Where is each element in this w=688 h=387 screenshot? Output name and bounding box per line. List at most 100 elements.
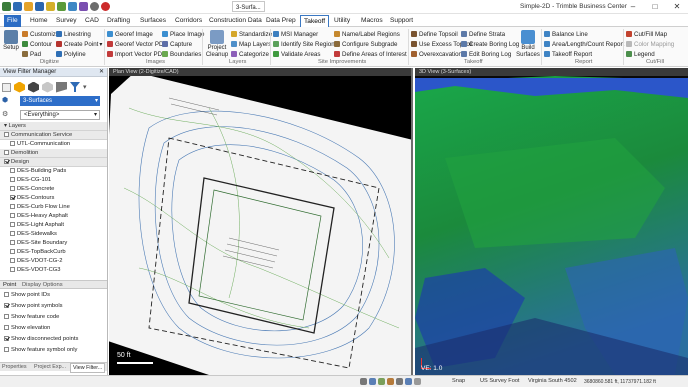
linestring-button[interactable]: Linestring: [56, 30, 91, 38]
layer-checkbox[interactable]: [10, 194, 15, 200]
tab-surfaces[interactable]: Surfaces: [137, 15, 169, 27]
area-length-count-report-button[interactable]: Area/Length/Count Report: [544, 40, 624, 48]
layer-checkbox[interactable]: [10, 176, 15, 182]
tab-project-explorer[interactable]: Project Exp...: [34, 364, 66, 370]
layer-row[interactable]: DES-VDOT-CG-2: [0, 257, 107, 266]
display-option-row[interactable]: Show feature symbol only: [0, 346, 107, 355]
cube-yellow-icon[interactable]: [14, 81, 25, 93]
view-tab[interactable]: 3-Surfa...: [232, 1, 265, 12]
overexcavation-button[interactable]: Overexcavation: [411, 50, 462, 58]
layer-checkbox[interactable]: [10, 221, 15, 227]
layer-row[interactable]: DES-TopBackCurb: [0, 248, 107, 257]
define-topsoil-button[interactable]: Define Topsoil: [411, 30, 458, 38]
osnap-toggle-icon[interactable]: [378, 378, 385, 385]
cube-gray-icon[interactable]: [42, 81, 53, 93]
option-checkbox[interactable]: [4, 324, 9, 330]
plan-drawing[interactable]: [109, 68, 413, 375]
setup-button[interactable]: Setup: [2, 30, 20, 52]
pad-button[interactable]: Pad: [22, 50, 41, 58]
select-toggle-icon[interactable]: [414, 378, 421, 385]
view-toggle-icon[interactable]: [405, 378, 412, 385]
new-filter-icon[interactable]: [2, 82, 11, 92]
display-option-row[interactable]: Show point IDs: [0, 291, 107, 300]
ortho-toggle-icon[interactable]: [369, 378, 376, 385]
tab-display-options[interactable]: Display Options: [22, 282, 63, 288]
cut-fill-map-button[interactable]: Cut/Fill Map: [626, 30, 667, 38]
layer-checkbox[interactable]: [4, 149, 9, 155]
import-vector-pdf-button[interactable]: Import Vector PDF: [107, 50, 166, 58]
chevron-down-icon[interactable]: ▾: [83, 83, 87, 91]
legend-button[interactable]: Legend: [626, 50, 655, 58]
display-option-row[interactable]: Show feature code: [0, 313, 107, 322]
new-icon[interactable]: [13, 2, 22, 11]
standardize-button[interactable]: Standardize: [231, 30, 272, 38]
layer-checkbox[interactable]: [4, 131, 9, 137]
project-cleanup-button[interactable]: Project Cleanup: [204, 30, 230, 58]
tab-data-prep[interactable]: Data Prep: [263, 15, 299, 27]
surface-select[interactable]: 3-Surfaces ▾: [20, 96, 100, 106]
help-icon[interactable]: [90, 2, 99, 11]
georef-image-button[interactable]: Georef Image: [107, 30, 153, 38]
create-boring-log-button[interactable]: Create Boring Log: [461, 40, 519, 48]
layer-toggle-icon[interactable]: [396, 378, 403, 385]
redo-icon[interactable]: [57, 2, 66, 11]
layer-row[interactable]: DES-Curb Flow Line: [0, 203, 107, 212]
layer-checkbox[interactable]: [10, 266, 15, 272]
place-image-button[interactable]: Place Image: [162, 30, 204, 38]
tab-properties[interactable]: Properties: [2, 364, 27, 370]
settings-icon[interactable]: [79, 2, 88, 11]
define-areas-of-interest-button[interactable]: Define Areas of Interest: [334, 50, 407, 58]
layer-row[interactable]: DES-Concrete: [0, 185, 107, 194]
layer-row[interactable]: DES-VDOT-CG3: [0, 266, 107, 275]
layer-checkbox[interactable]: [10, 185, 15, 191]
identify-site-regions-button[interactable]: Identify Site Regions: [273, 40, 338, 48]
option-checkbox[interactable]: [4, 291, 9, 297]
record-icon[interactable]: [101, 2, 110, 11]
build-surfaces-button[interactable]: Build Surfaces: [516, 30, 540, 58]
layer-checkbox[interactable]: [10, 239, 15, 245]
minimize-button[interactable]: –: [622, 0, 644, 14]
map-layers-button[interactable]: Map Layers: [231, 40, 271, 48]
layer-checkbox[interactable]: [10, 257, 15, 263]
capture-button[interactable]: Capture: [162, 40, 192, 48]
layer-row[interactable]: DES-CG-101: [0, 176, 107, 185]
layer-row[interactable]: Communication Service: [0, 131, 107, 140]
print-icon[interactable]: [68, 2, 77, 11]
surface-render[interactable]: [415, 68, 688, 375]
option-checkbox[interactable]: [4, 302, 9, 308]
tab-utility[interactable]: Utility: [331, 15, 353, 27]
display-option-row[interactable]: Show disconnected points: [0, 335, 107, 344]
undo-icon[interactable]: [46, 2, 55, 11]
filter-icon[interactable]: [70, 82, 80, 92]
layer-checkbox[interactable]: [10, 212, 15, 218]
option-checkbox[interactable]: [4, 346, 9, 352]
tab-point[interactable]: Point: [3, 282, 16, 288]
close-button[interactable]: ✕: [666, 0, 688, 14]
tab-corridors[interactable]: Corridors: [172, 15, 205, 27]
polar-toggle-icon[interactable]: [387, 378, 394, 385]
snap-toggle[interactable]: Snap: [452, 378, 465, 384]
tab-drafting[interactable]: Drafting: [104, 15, 133, 27]
contour-button[interactable]: Contour: [22, 40, 52, 48]
layer-row[interactable]: Demolition: [0, 149, 107, 158]
option-checkbox[interactable]: [4, 335, 9, 341]
tab-home[interactable]: Home: [27, 15, 51, 27]
tab-construction-data[interactable]: Construction Data: [206, 15, 265, 27]
georef-vector-pdf-button[interactable]: Georef Vector PDF: [107, 40, 167, 48]
color-mapping-button[interactable]: Color Mapping: [626, 40, 674, 48]
close-panel-icon[interactable]: ✕: [99, 68, 104, 77]
takeoff-report-button[interactable]: Takeoff Report: [544, 50, 592, 58]
layers-stack-icon[interactable]: [56, 81, 67, 93]
configure-subgrade-button[interactable]: Configure Subgrade: [334, 40, 397, 48]
balance-line-button[interactable]: Balance Line: [544, 30, 588, 38]
layer-checkbox[interactable]: [10, 203, 15, 209]
layers-header[interactable]: ▾ Layers: [0, 122, 107, 131]
maximize-button[interactable]: □: [644, 0, 666, 14]
save-icon[interactable]: [35, 2, 44, 11]
cube-dark-icon[interactable]: [28, 81, 39, 93]
filter-select[interactable]: <Everything> ▾: [20, 110, 100, 120]
layer-checkbox[interactable]: [10, 248, 15, 254]
validate-areas-button[interactable]: Validate Areas: [273, 50, 320, 58]
layer-row[interactable]: DES-Sidewalks: [0, 230, 107, 239]
open-icon[interactable]: [24, 2, 33, 11]
